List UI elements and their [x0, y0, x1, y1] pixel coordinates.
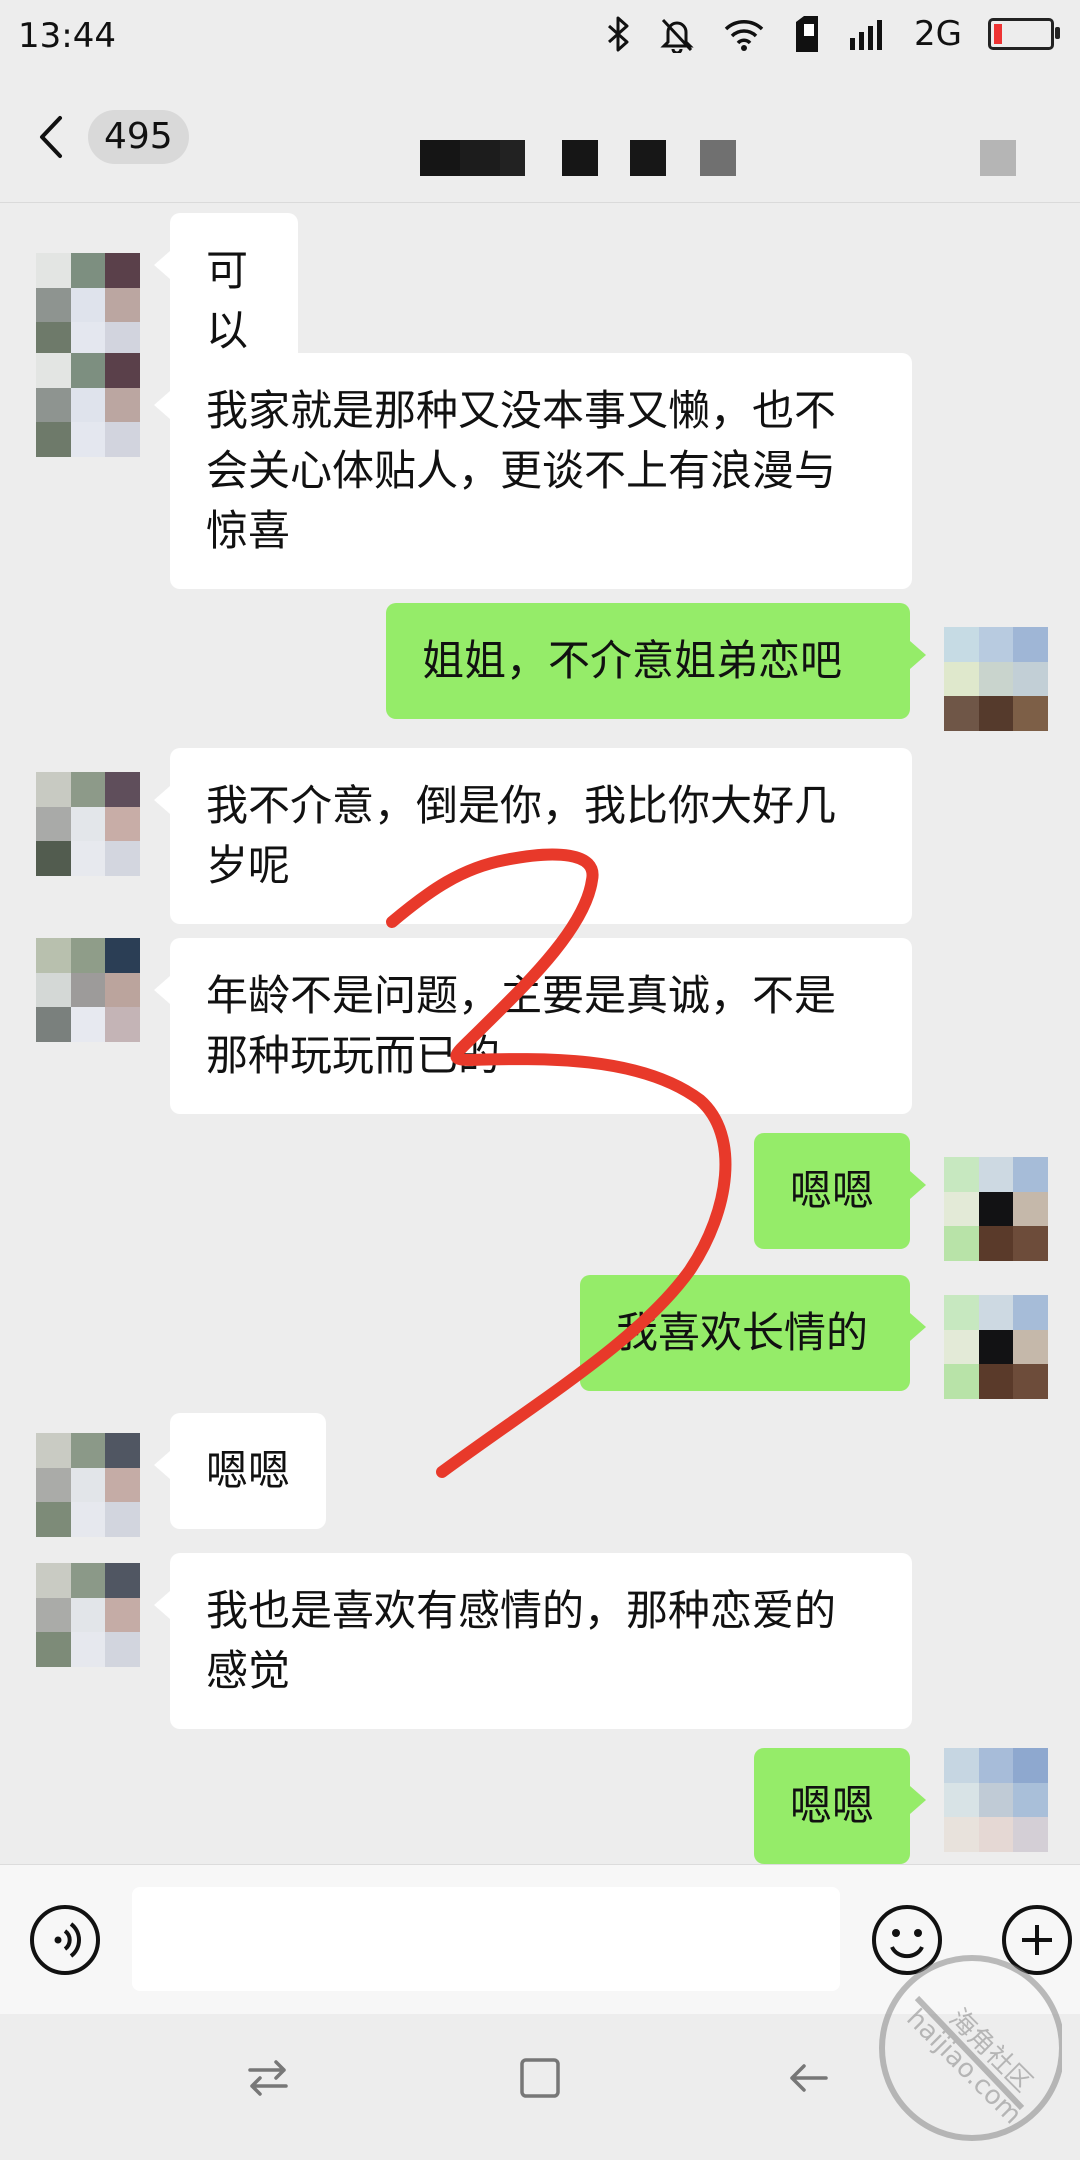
avatar[interactable]	[944, 1157, 1048, 1261]
bluetooth-icon	[606, 16, 632, 52]
avatar[interactable]	[36, 353, 140, 457]
message-bubble[interactable]: 嗯嗯	[754, 1748, 926, 1864]
avatar[interactable]	[944, 1295, 1048, 1399]
message-bubble[interactable]: 嗯嗯	[154, 1413, 326, 1529]
avatar[interactable]	[36, 1433, 140, 1537]
voice-icon[interactable]	[28, 1903, 102, 1981]
avatar[interactable]	[36, 938, 140, 1042]
message-bubble[interactable]: 我家就是那种又没本事又懒，也不会关心体贴人，更谈不上有浪漫与惊喜	[154, 353, 912, 589]
avatar[interactable]	[36, 772, 140, 876]
back-arrow-icon[interactable]	[784, 2054, 832, 2106]
message-input[interactable]	[132, 1887, 840, 1991]
network-type: 2G	[914, 14, 962, 54]
chat-header: 495	[0, 72, 1080, 203]
status-bar: 13:44 2G	[0, 0, 1080, 72]
status-icons: 2G	[606, 14, 1060, 54]
watermark-seal: haijiao.com 海角社区	[879, 1955, 1062, 2141]
chat-area: 可以 我家就是那种又没本事又懒，也不会关心体贴人，更谈不上有浪漫与惊喜 姐姐，不…	[0, 203, 1080, 1864]
message-bubble[interactable]: 年龄不是问题，主要是真诚，不是那种玩玩而已的	[154, 938, 912, 1114]
status-time: 13:44	[18, 16, 116, 56]
message-bubble[interactable]: 姐姐，不介意姐弟恋吧	[386, 603, 926, 719]
battery-icon	[988, 18, 1060, 50]
avatar[interactable]	[944, 627, 1048, 731]
home-square-icon[interactable]	[516, 2054, 564, 2106]
switch-icon[interactable]	[244, 2054, 292, 2106]
chat-title-blurred	[420, 140, 736, 176]
more-menu-button[interactable]	[980, 140, 1016, 176]
mute-bell-icon	[658, 15, 696, 53]
avatar[interactable]	[36, 1563, 140, 1667]
signal-icon	[848, 18, 888, 50]
avatar[interactable]	[36, 253, 140, 357]
message-bubble[interactable]: 嗯嗯	[754, 1133, 926, 1249]
avatar[interactable]	[944, 1748, 1048, 1852]
chevron-left-icon[interactable]	[36, 112, 66, 166]
message-bubble[interactable]: 我也是喜欢有感情的，那种恋爱的感觉	[154, 1553, 912, 1729]
sim-icon	[792, 14, 822, 54]
message-bubble[interactable]: 我不介意，倒是你，我比你大好几岁呢	[154, 748, 912, 924]
wifi-icon	[722, 17, 766, 51]
message-bubble[interactable]: 我喜欢长情的	[580, 1275, 926, 1391]
unread-count-badge[interactable]: 495	[88, 110, 189, 164]
